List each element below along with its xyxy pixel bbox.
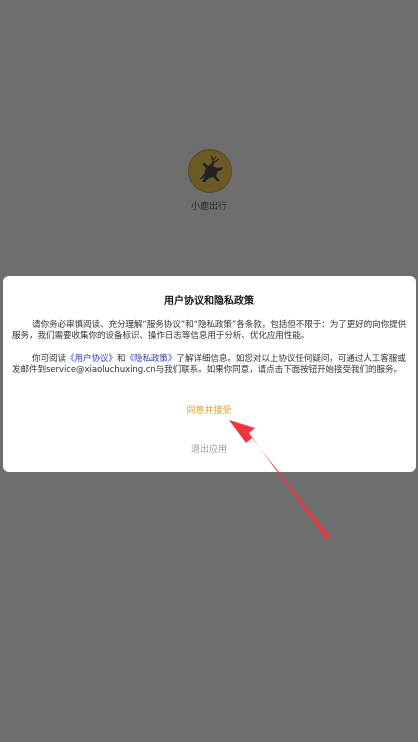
agreement-paragraph-1: 请你务必审慎阅读、充分理解“服务协议”和“隐私政策”各条款，包括但不限于：为了更… bbox=[12, 320, 407, 341]
privacy-policy-link[interactable]: 《隐私政策》 bbox=[125, 354, 176, 364]
deer-logo-icon bbox=[188, 149, 232, 193]
para2-prefix: 你可阅读 bbox=[32, 354, 66, 364]
agreement-paragraph-2: 你可阅读《用户协议》和《隐私政策》了解详细信息。如您对以上协议任何疑问，可通过人… bbox=[12, 354, 408, 376]
exit-app-button[interactable]: 退出应用 bbox=[159, 442, 259, 455]
agree-button[interactable]: 同意并接受 bbox=[159, 403, 259, 416]
user-agreement-link[interactable]: 《用户协议》 bbox=[66, 354, 117, 364]
app-name: 小鹿出行 bbox=[190, 202, 227, 212]
dialog-title: 用户协议和隐私政策 bbox=[164, 296, 254, 307]
